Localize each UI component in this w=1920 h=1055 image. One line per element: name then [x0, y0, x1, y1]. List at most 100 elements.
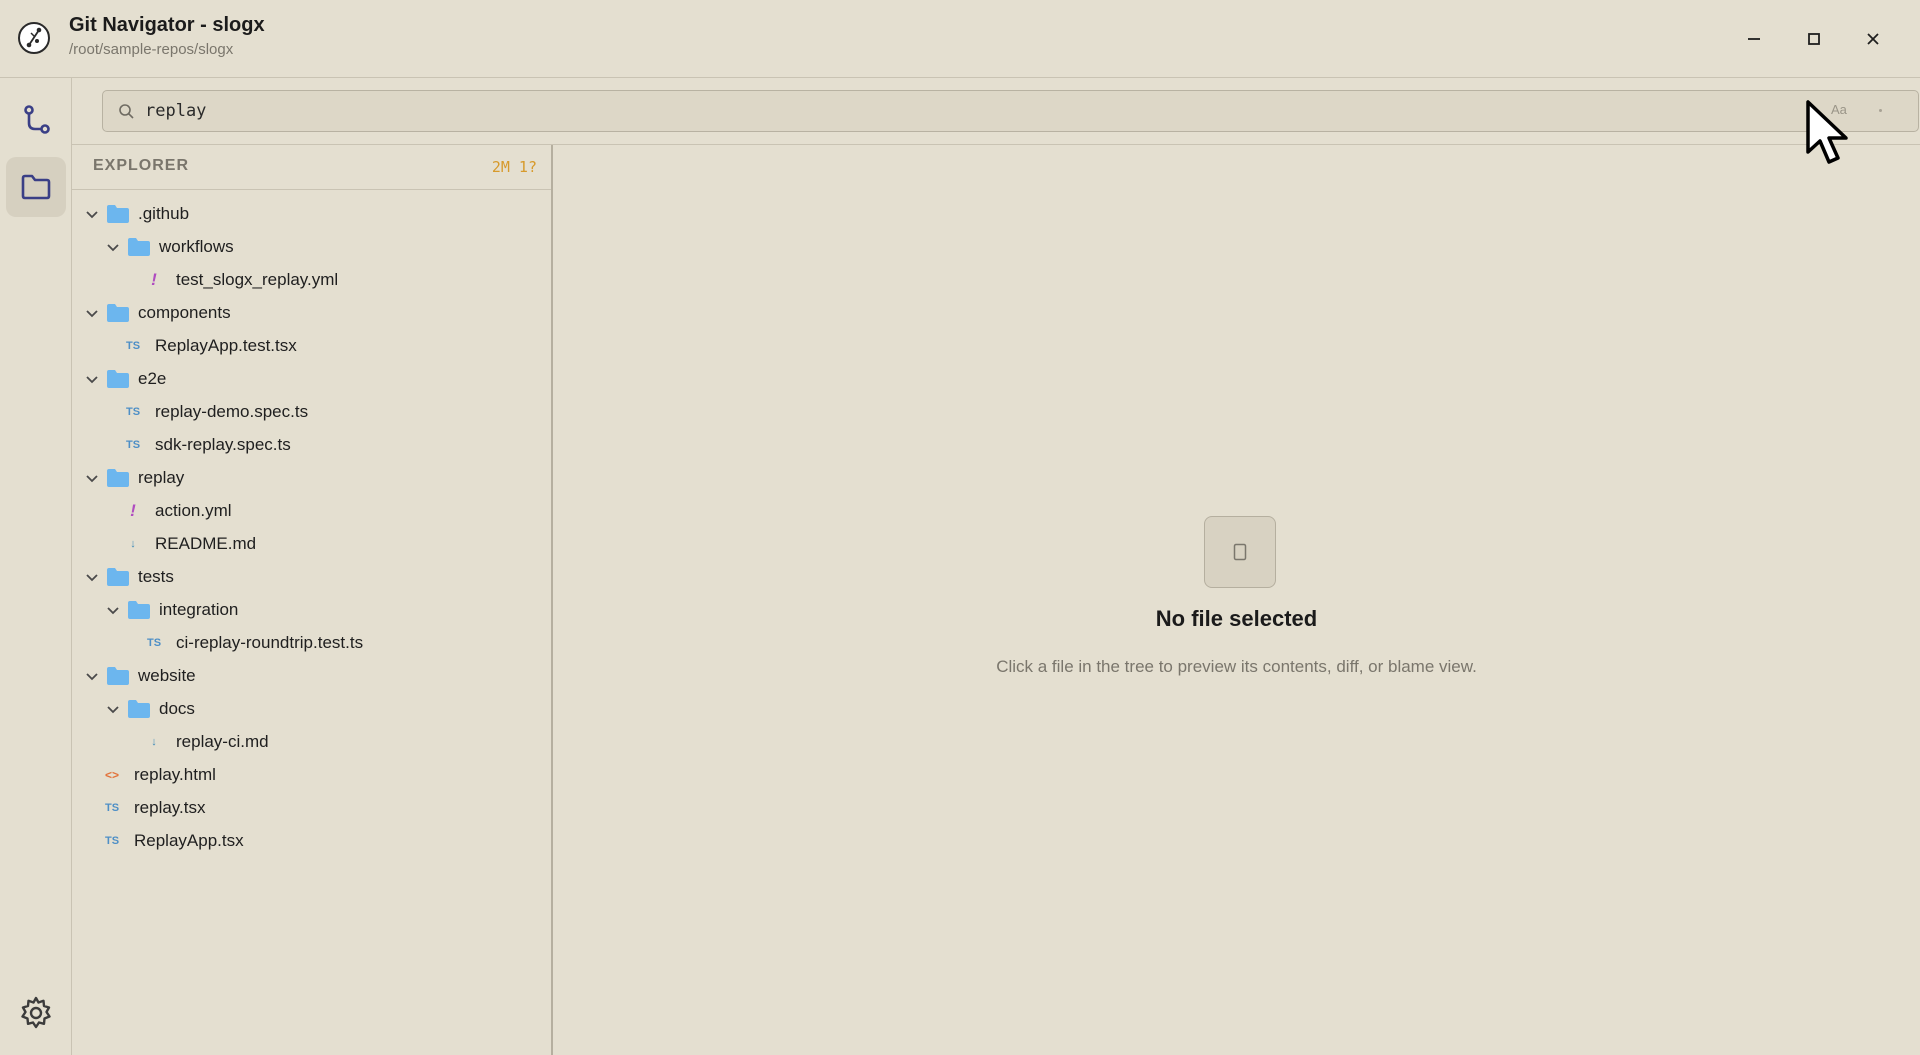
- tree-file-row[interactable]: <> replay.html: [72, 758, 551, 791]
- tree-item-label: replay-demo.spec.ts: [155, 401, 309, 421]
- search-bar: Aa: [72, 78, 1920, 145]
- source-control-button[interactable]: [6, 90, 66, 150]
- chevron-down-icon[interactable]: [84, 569, 100, 585]
- tree-file-row[interactable]: TS replay-demo.spec.ts: [72, 395, 551, 428]
- title-bar: Git Navigator - slogx /root/sample-repos…: [0, 0, 1920, 78]
- tree-file-row[interactable]: TS ReplayApp.tsx: [72, 824, 551, 857]
- tree-item-label: sdk-replay.spec.ts: [155, 434, 291, 454]
- chevron-down-icon[interactable]: [84, 305, 100, 321]
- tree-item-label: ReplayApp.tsx: [134, 830, 244, 850]
- explorer-button[interactable]: [6, 157, 66, 217]
- folder-icon: [127, 600, 151, 620]
- tree-file-row[interactable]: ! test_slogx_replay.yml: [72, 263, 551, 296]
- git-branch-icon: [24, 105, 50, 134]
- tree-item-label: workflows: [159, 236, 234, 256]
- activity-bar: [0, 78, 72, 1055]
- tree-folder-row[interactable]: .github: [72, 197, 551, 230]
- explorer-header: EXPLORER 2M 1?: [72, 145, 551, 190]
- empty-file-placeholder: [1204, 516, 1276, 588]
- tree-item-label: ReplayApp.test.tsx: [155, 335, 297, 355]
- file-tree: .github workflows! test_slogx_replay.yml co…: [72, 197, 551, 857]
- folder-icon: [106, 468, 130, 488]
- status-dot: [1879, 109, 1882, 112]
- close-button[interactable]: [1858, 24, 1888, 54]
- tree-folder-row[interactable]: docs: [72, 692, 551, 725]
- tree-folder-row[interactable]: components: [72, 296, 551, 329]
- tree-file-row[interactable]: TS ci-replay-roundtrip.test.ts: [72, 626, 551, 659]
- explorer-panel: EXPLORER 2M 1? .github workflows! test_slo…: [72, 145, 553, 1055]
- window-title: Git Navigator - slogx: [69, 14, 265, 36]
- tree-item-label: e2e: [138, 368, 167, 388]
- tree-item-label: .github: [138, 203, 190, 223]
- tree-file-row[interactable]: ↓ README.md: [72, 527, 551, 560]
- folder-icon: [127, 699, 151, 719]
- folder-icon: [127, 237, 151, 257]
- tree-file-row[interactable]: TS replay.tsx: [72, 791, 551, 824]
- tree-item-label: action.yml: [155, 500, 232, 520]
- minimize-button[interactable]: [1739, 24, 1769, 54]
- git-status-badge: 2M 1?: [491, 158, 537, 176]
- empty-state-description: Click a file in the tree to preview its …: [996, 657, 1477, 676]
- tree-file-row[interactable]: ! action.yml: [72, 494, 551, 527]
- search-icon: [119, 104, 134, 119]
- file-outline-icon: [1233, 543, 1247, 561]
- typescript-file-icon: TS: [146, 636, 162, 649]
- tree-file-row[interactable]: TS sdk-replay.spec.ts: [72, 428, 551, 461]
- chevron-down-icon[interactable]: [84, 668, 100, 684]
- tree-file-row[interactable]: TS ReplayApp.test.tsx: [72, 329, 551, 362]
- tree-folder-row[interactable]: e2e: [72, 362, 551, 395]
- settings-button[interactable]: [6, 983, 66, 1043]
- chevron-down-icon[interactable]: [105, 239, 121, 255]
- tree-folder-row[interactable]: tests: [72, 560, 551, 593]
- typescript-file-icon: TS: [104, 801, 120, 814]
- preview-pane: No file selected Click a file in the tre…: [553, 145, 1920, 1055]
- tree-item-label: README.md: [155, 533, 257, 553]
- html-file-icon: <>: [104, 767, 119, 782]
- folder-icon: [106, 369, 130, 389]
- match-case-toggle[interactable]: Aa: [1831, 102, 1847, 117]
- tree-item-label: docs: [159, 698, 195, 718]
- app-logo-icon: [18, 22, 50, 54]
- tree-item-label: replay-ci.md: [176, 731, 269, 751]
- chevron-down-icon[interactable]: [84, 206, 100, 222]
- tree-folder-row[interactable]: website: [72, 659, 551, 692]
- tree-folder-row[interactable]: workflows: [72, 230, 551, 263]
- chevron-down-icon[interactable]: [105, 701, 121, 717]
- tree-item-label: test_slogx_replay.yml: [176, 269, 339, 289]
- search-input[interactable]: [145, 99, 1845, 123]
- maximize-button[interactable]: [1799, 24, 1829, 54]
- gear-icon: [21, 996, 51, 1029]
- search-box[interactable]: Aa: [102, 90, 1919, 132]
- tree-item-label: replay: [138, 467, 185, 487]
- folder-icon: [106, 666, 130, 686]
- chevron-down-icon[interactable]: [105, 602, 121, 618]
- tree-item-label: tests: [138, 566, 174, 586]
- tree-folder-row[interactable]: integration: [72, 593, 551, 626]
- chevron-down-icon[interactable]: [84, 371, 100, 387]
- markdown-file-icon: ↓: [151, 735, 157, 748]
- typescript-file-icon: TS: [125, 438, 141, 451]
- maximize-icon: [1808, 33, 1820, 45]
- close-icon: [1867, 33, 1879, 45]
- tree-item-label: ci-replay-roundtrip.test.ts: [176, 632, 364, 652]
- tree-item-label: website: [138, 665, 196, 685]
- folder-icon: [106, 303, 130, 323]
- tree-item-label: integration: [159, 599, 239, 619]
- folder-icon: [106, 567, 130, 587]
- chevron-down-icon[interactable]: [84, 470, 100, 486]
- yaml-file-icon: !: [130, 500, 136, 520]
- tree-folder-row[interactable]: replay: [72, 461, 551, 494]
- empty-state-title: No file selected: [1155, 606, 1318, 631]
- typescript-file-icon: TS: [125, 405, 141, 418]
- tree-item-label: replay.tsx: [134, 797, 206, 817]
- yaml-file-icon: !: [151, 269, 157, 289]
- typescript-file-icon: TS: [104, 834, 120, 847]
- folder-icon: [106, 204, 130, 224]
- markdown-file-icon: ↓: [130, 537, 136, 550]
- tree-file-row[interactable]: ↓ replay-ci.md: [72, 725, 551, 758]
- minimize-icon: [1748, 38, 1760, 40]
- folder-icon: [21, 174, 51, 200]
- tree-item-label: components: [138, 302, 231, 322]
- explorer-title: EXPLORER: [93, 157, 190, 174]
- tree-item-label: replay.html: [134, 764, 216, 784]
